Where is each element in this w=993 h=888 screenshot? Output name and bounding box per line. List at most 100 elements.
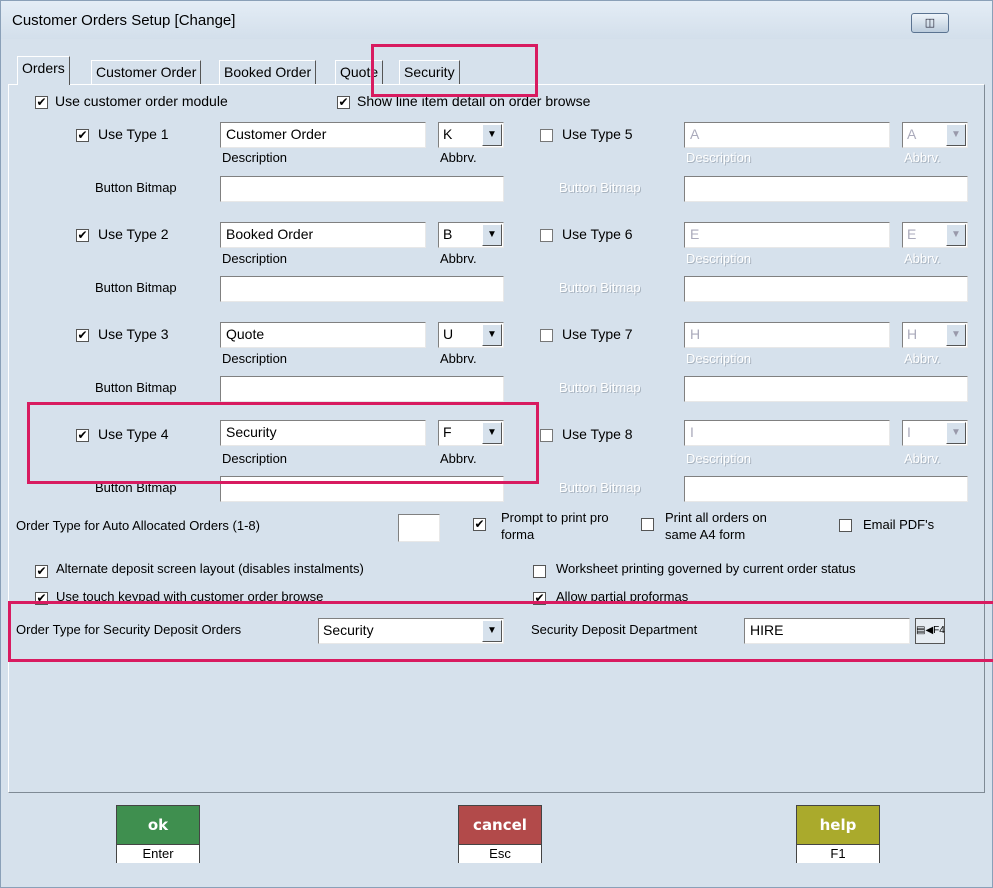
type-4-abbrv-caption: Abbrv. [440, 451, 477, 466]
use-module-checkbox[interactable]: ✔ [35, 96, 48, 109]
type-7-abbrv-select[interactable]: H ▼ [902, 322, 968, 348]
show-line-detail-checkbox[interactable]: ✔ [337, 96, 350, 109]
use-type-3-checkbox[interactable]: ✔ [76, 329, 89, 342]
chevron-down-icon[interactable]: ▼ [482, 224, 502, 246]
type-5-bitmap-label: Button Bitmap [559, 180, 641, 195]
type-8-bitmap-label: Button Bitmap [559, 480, 641, 495]
security-order-type-select[interactable]: Security ▼ [318, 618, 504, 644]
type-4-bitmap-label: Button Bitmap [95, 480, 177, 495]
print-all-orders-checkbox[interactable] [641, 518, 654, 531]
type-1-description-input[interactable]: Customer Order [220, 122, 426, 148]
show-line-detail-label: Show line item detail on order browse [357, 93, 591, 109]
type-7-bitmap-input[interactable] [684, 376, 968, 402]
use-type-6-label: Use Type 6 [562, 226, 633, 242]
auto-alloc-input[interactable] [398, 514, 440, 542]
chevron-down-icon[interactable]: ▼ [482, 620, 502, 642]
help-button-key: F1 [797, 844, 879, 863]
prompt-pro-forma-checkbox[interactable]: ✔ [473, 518, 486, 531]
type-2-description-input[interactable]: Booked Order [220, 222, 426, 248]
lookup-icon[interactable]: ▤◀F4 [915, 618, 945, 644]
type-1-bitmap-label: Button Bitmap [95, 180, 177, 195]
security-order-type-label: Order Type for Security Deposit Orders [16, 622, 242, 637]
tab-quote[interactable]: Quote [335, 60, 384, 84]
use-type-2-checkbox[interactable]: ✔ [76, 229, 89, 242]
chevron-down-icon[interactable]: ▼ [482, 324, 502, 346]
ok-button[interactable]: ok Enter [116, 805, 200, 863]
alt-deposit-checkbox[interactable]: ✔ [35, 565, 48, 578]
ok-button-key: Enter [117, 844, 199, 863]
use-type-5-checkbox[interactable] [540, 129, 553, 142]
type-5-bitmap-input[interactable] [684, 176, 968, 202]
type-1-description-caption: Description [222, 150, 288, 165]
type-3-description-input[interactable]: Quote [220, 322, 426, 348]
title-bar: Customer Orders Setup [Change] ◫ [1, 1, 992, 39]
type-3-abbrv-caption: Abbrv. [440, 351, 477, 366]
type-8-description-input[interactable]: I [684, 420, 890, 446]
type-4-bitmap-input[interactable] [220, 476, 504, 502]
prompt-pro-forma-label-1: Prompt to print pro [501, 510, 609, 525]
type-8-abbrv-select[interactable]: I ▼ [902, 420, 968, 446]
touch-keypad-checkbox[interactable]: ✔ [35, 592, 48, 605]
type-6-description-caption: Description [686, 251, 752, 266]
type-6-abbrv-caption: Abbrv. [904, 251, 941, 266]
type-1-bitmap-input[interactable] [220, 176, 504, 202]
type-6-description-input[interactable]: E [684, 222, 890, 248]
type-2-abbrv-select[interactable]: B ▼ [438, 222, 504, 248]
cancel-button[interactable]: cancel Esc [458, 805, 542, 863]
security-department-label: Security Deposit Department [531, 622, 698, 637]
use-type-8-checkbox[interactable] [540, 429, 553, 442]
type-7-description-input[interactable]: H [684, 322, 890, 348]
chevron-down-icon[interactable]: ▼ [946, 422, 966, 444]
type-1-abbrv-caption: Abbrv. [440, 150, 477, 165]
type-6-abbrv-select[interactable]: E ▼ [902, 222, 968, 248]
email-pdf-label: Email PDF's [863, 517, 935, 532]
use-type-1-checkbox[interactable]: ✔ [76, 129, 89, 142]
type-8-abbrv-caption: Abbrv. [904, 451, 941, 466]
allow-partial-checkbox[interactable]: ✔ [533, 592, 546, 605]
restore-icon[interactable]: ◫ [911, 13, 949, 33]
type-7-description-caption: Description [686, 351, 752, 366]
type-8-description-caption: Description [686, 451, 752, 466]
use-type-7-checkbox[interactable] [540, 329, 553, 342]
chevron-down-icon[interactable]: ▼ [946, 224, 966, 246]
type-5-abbrv-caption: Abbrv. [904, 150, 941, 165]
type-3-bitmap-input[interactable] [220, 376, 504, 402]
security-department-input[interactable]: HIRE [744, 618, 910, 644]
email-pdf-checkbox[interactable] [839, 519, 852, 532]
prompt-pro-forma-label-2: forma [501, 527, 535, 542]
worksheet-printing-checkbox[interactable] [533, 565, 546, 578]
type-6-bitmap-input[interactable] [684, 276, 968, 302]
use-type-8-label: Use Type 8 [562, 426, 633, 442]
type-7-bitmap-label: Button Bitmap [559, 380, 641, 395]
alt-deposit-label: Alternate deposit screen layout (disable… [56, 561, 364, 576]
tab-booked-order[interactable]: Booked Order [219, 60, 317, 84]
chevron-down-icon[interactable]: ▼ [946, 324, 966, 346]
cancel-button-label: cancel [459, 806, 541, 844]
type-4-description-input[interactable]: Security [220, 420, 426, 446]
use-type-3-label: Use Type 3 [98, 326, 169, 342]
type-1-abbrv-select[interactable]: K ▼ [438, 122, 504, 148]
use-type-2-label: Use Type 2 [98, 226, 169, 242]
help-button-label: help [797, 806, 879, 844]
tab-orders[interactable]: Orders [17, 56, 70, 85]
type-5-abbrv-select[interactable]: A ▼ [902, 122, 968, 148]
type-3-abbrv-select[interactable]: U ▼ [438, 322, 504, 348]
chevron-down-icon[interactable]: ▼ [482, 422, 502, 444]
tab-customer-order[interactable]: Customer Order [91, 60, 202, 84]
use-type-5-label: Use Type 5 [562, 126, 633, 142]
type-3-bitmap-label: Button Bitmap [95, 380, 177, 395]
use-module-label: Use customer order module [55, 93, 228, 109]
use-type-6-checkbox[interactable] [540, 229, 553, 242]
type-2-bitmap-input[interactable] [220, 276, 504, 302]
type-8-bitmap-input[interactable] [684, 476, 968, 502]
type-4-abbrv-select[interactable]: F ▼ [438, 420, 504, 446]
help-button[interactable]: help F1 [796, 805, 880, 863]
type-5-description-input[interactable]: A [684, 122, 890, 148]
chevron-down-icon[interactable]: ▼ [946, 124, 966, 146]
touch-keypad-label: Use touch keypad with customer order bro… [56, 589, 324, 604]
chevron-down-icon[interactable]: ▼ [482, 124, 502, 146]
type-2-description-caption: Description [222, 251, 288, 266]
tab-security[interactable]: Security [399, 60, 460, 84]
auto-alloc-label: Order Type for Auto Allocated Orders (1-… [16, 518, 260, 533]
use-type-4-checkbox[interactable]: ✔ [76, 429, 89, 442]
